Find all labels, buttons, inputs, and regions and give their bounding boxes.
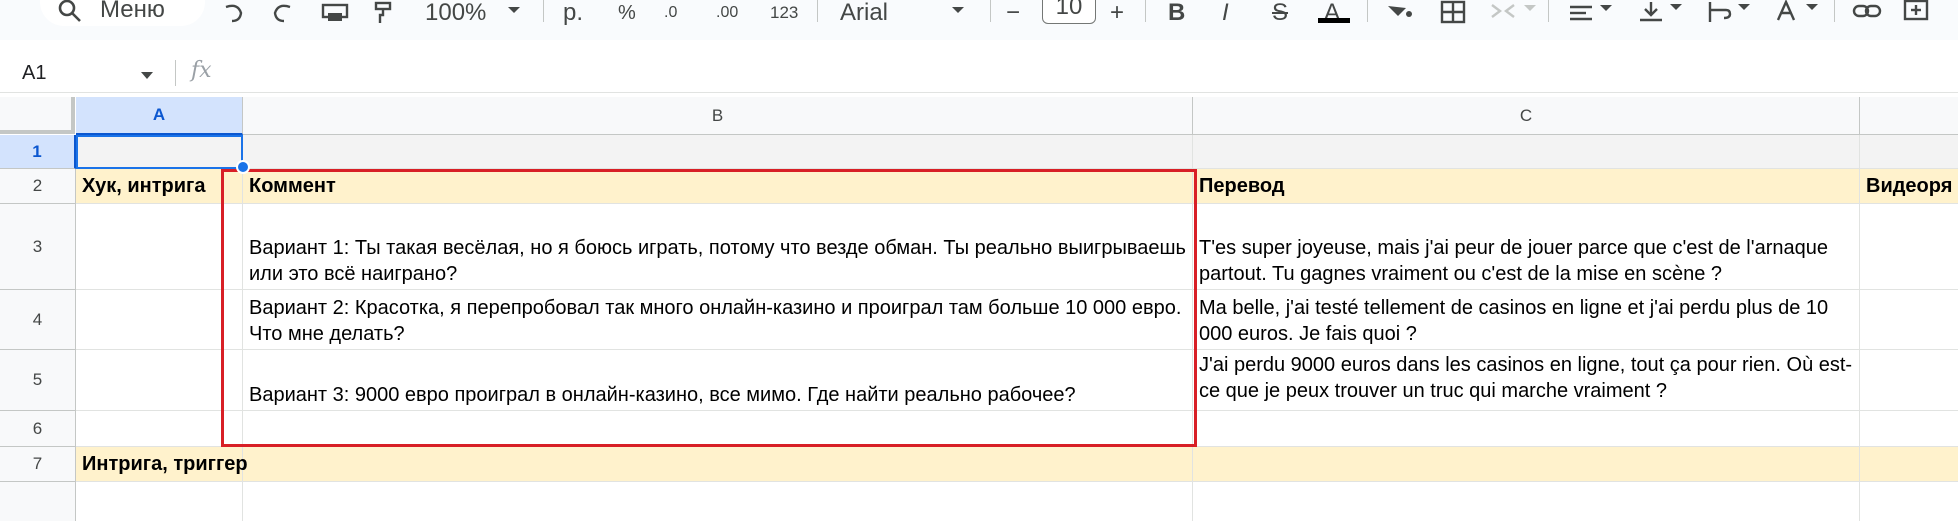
vertical-align-icon[interactable]	[1640, 0, 1684, 26]
text-color-button[interactable]: A	[1318, 0, 1350, 26]
cell-a4[interactable]	[76, 290, 243, 350]
cell-b1[interactable]	[243, 135, 1193, 169]
text-rotation-icon[interactable]	[1776, 0, 1820, 26]
cell-d6[interactable]	[1860, 411, 1958, 447]
cell-d4[interactable]	[1860, 290, 1958, 350]
row-header-1[interactable]: 1	[0, 135, 76, 169]
row-header-8[interactable]	[0, 482, 76, 521]
cell-d7[interactable]	[1860, 447, 1958, 482]
menu-search-box[interactable]: Меню	[40, 0, 205, 26]
redo-icon[interactable]	[270, 0, 296, 26]
strikethrough-button[interactable]: S	[1272, 0, 1288, 26]
menu-search-label: Меню	[100, 0, 165, 23]
cell-c5[interactable]: J'ai perdu 9000 euros dans les casinos e…	[1193, 350, 1860, 411]
cell-d1[interactable]	[1860, 135, 1958, 169]
cell-a5[interactable]	[76, 350, 243, 411]
chevron-down-icon[interactable]	[506, 0, 522, 26]
cell-d5[interactable]	[1860, 350, 1958, 411]
decrease-font-size-button[interactable]: −	[1006, 0, 1020, 26]
cell-c2[interactable]: Перевод	[1193, 169, 1860, 204]
search-icon	[58, 0, 81, 22]
fill-handle[interactable]	[236, 160, 250, 174]
format-currency-button[interactable]: р.	[563, 0, 583, 26]
column-header-c[interactable]: C	[1193, 97, 1860, 135]
cell-a7[interactable]: Интрига, триггер	[76, 447, 248, 482]
cell-a3[interactable]	[76, 204, 243, 290]
row-header-4[interactable]: 4	[0, 290, 76, 350]
fill-color-icon[interactable]	[1386, 0, 1412, 26]
merge-cells-icon[interactable]	[1490, 0, 1536, 26]
name-box[interactable]: A1	[22, 62, 46, 85]
cell-c3[interactable]: T'es super joyeuse, mais j'ai peur de jo…	[1193, 204, 1860, 290]
formula-bar: A1 fx	[0, 54, 1958, 93]
column-header-a[interactable]: A	[76, 97, 243, 135]
font-select[interactable]: Arial	[840, 0, 888, 26]
paint-format-icon[interactable]	[372, 0, 396, 26]
select-all-corner[interactable]	[0, 97, 75, 134]
borders-icon[interactable]	[1440, 0, 1466, 26]
row-header-5[interactable]: 5	[0, 350, 76, 411]
cell-a8[interactable]	[76, 482, 243, 521]
zoom-select[interactable]: 100%	[425, 0, 486, 26]
toolbar: Меню 100% р. % .0 .00 123 Arial − 10 + B…	[0, 0, 1958, 40]
horizontal-align-icon[interactable]	[1570, 0, 1614, 26]
increase-font-size-button[interactable]: +	[1110, 0, 1124, 26]
insert-comment-icon[interactable]	[1903, 0, 1931, 26]
cell-b7[interactable]	[243, 447, 1193, 482]
increase-decimals-button[interactable]: .00	[716, 0, 738, 26]
cell-d3[interactable]	[1860, 204, 1958, 290]
more-formats-button[interactable]: 123	[770, 0, 798, 26]
italic-button[interactable]: I	[1222, 0, 1229, 26]
column-header-d[interactable]	[1860, 97, 1958, 135]
spreadsheet-grid: A B C 1 2 3 4 5 6 7 Хук, интрига Коммент…	[0, 97, 1958, 521]
insert-link-icon[interactable]	[1852, 0, 1882, 26]
column-header-b[interactable]: B	[243, 97, 1193, 135]
row-header-3[interactable]: 3	[0, 204, 76, 290]
cell-c4[interactable]: Ma belle, j'ai testé tellement de casino…	[1193, 290, 1860, 350]
cell-d8[interactable]	[1860, 482, 1958, 521]
cell-b8[interactable]	[243, 482, 1193, 521]
cell-c7[interactable]	[1193, 447, 1860, 482]
undo-icon[interactable]	[220, 0, 246, 26]
cell-a2[interactable]: Хук, интрига	[76, 169, 243, 204]
chevron-down-icon[interactable]	[950, 0, 966, 26]
red-highlight-box	[221, 169, 1197, 447]
decrease-decimals-button[interactable]: .0	[664, 0, 677, 26]
format-percent-button[interactable]: %	[618, 0, 636, 26]
cell-c8[interactable]	[1193, 482, 1860, 521]
row-header-6[interactable]: 6	[0, 411, 76, 447]
bold-button[interactable]: B	[1168, 0, 1185, 26]
print-icon[interactable]	[320, 0, 350, 26]
cell-c6[interactable]	[1193, 411, 1860, 447]
font-size-input[interactable]: 10	[1042, 0, 1096, 24]
row-header-7[interactable]: 7	[0, 447, 76, 482]
cell-d2[interactable]: Видеоря	[1860, 169, 1958, 204]
cell-c1[interactable]	[1193, 135, 1860, 169]
cell-a6[interactable]	[76, 411, 243, 447]
fx-icon: fx	[191, 58, 212, 83]
text-wrapping-icon[interactable]	[1708, 0, 1752, 26]
row-header-2[interactable]: 2	[0, 169, 76, 204]
chevron-down-icon[interactable]	[140, 71, 154, 81]
active-cell-a1	[76, 135, 243, 169]
